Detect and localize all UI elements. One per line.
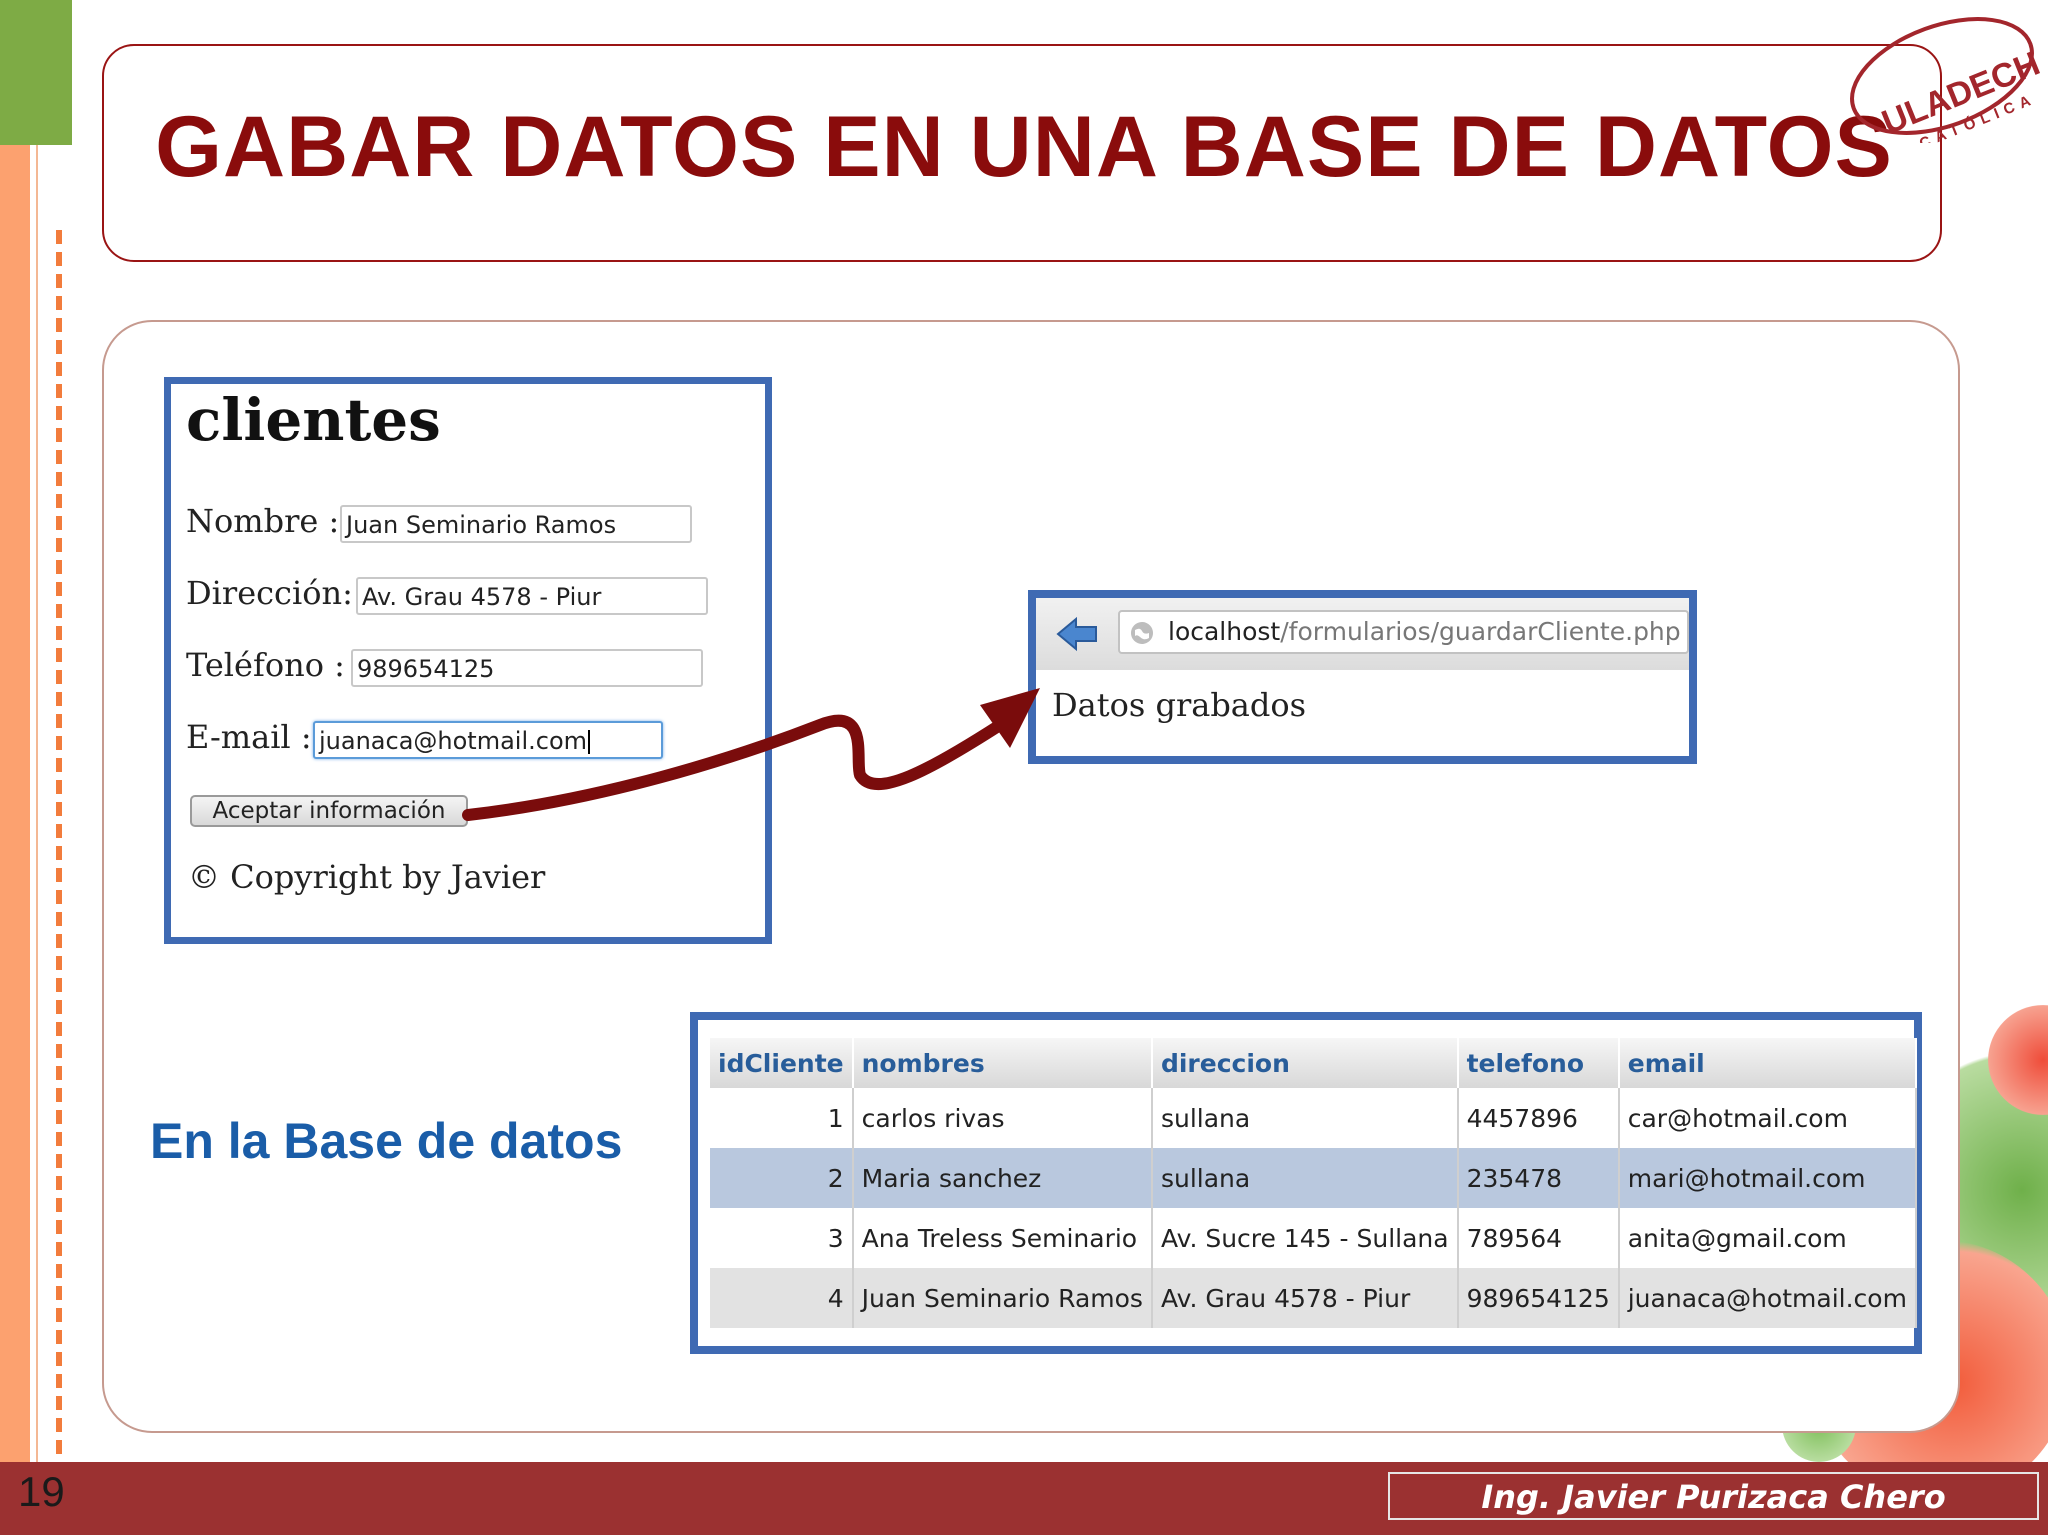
cell-email: anita@gmail.com <box>1618 1208 1917 1268</box>
left-dashed-line <box>56 230 62 1455</box>
url-text: localhost/formularios/guardarCliente.php <box>1168 617 1681 646</box>
left-orange-bar <box>0 0 30 1462</box>
direccion-input[interactable]: Av. Grau 4578 - Piur <box>356 577 708 615</box>
slide-title: GABAR DATOS EN UNA BASE DE DATOS <box>155 99 1893 195</box>
cell-email: car@hotmail.com <box>1618 1088 1917 1148</box>
cell-nombres: Juan Seminario Ramos <box>852 1268 1153 1328</box>
cell-telefono: 4457896 <box>1457 1088 1620 1148</box>
table-row[interactable]: 3 Ana Treless Seminario Av. Sucre 145 - … <box>710 1208 1917 1268</box>
cell-nombres: Maria sanchez <box>852 1148 1153 1208</box>
cell-nombres: carlos rivas <box>852 1088 1153 1148</box>
cell-direccion: Av. Grau 4578 - Piur <box>1151 1268 1459 1328</box>
cell-email: juanaca@hotmail.com <box>1618 1268 1917 1328</box>
table-row[interactable]: 1 carlos rivas sullana 4457896 car@hotma… <box>710 1088 1917 1148</box>
table-header-row: idCliente nombres direccion telefono ema… <box>710 1038 1917 1088</box>
column-header[interactable]: idCliente <box>710 1038 854 1088</box>
page-number: 19 <box>18 1468 65 1515</box>
aceptar-informacion-button[interactable]: Aceptar información <box>190 795 468 827</box>
cell-idcliente: 3 <box>710 1208 854 1268</box>
cell-telefono: 789564 <box>1457 1208 1620 1268</box>
cell-direccion: sullana <box>1151 1148 1459 1208</box>
url-bar[interactable]: localhost/formularios/guardarCliente.php <box>1118 610 1689 654</box>
nombre-label: Nombre : <box>186 502 340 540</box>
browser-screenshot-panel: localhost/formularios/guardarCliente.php… <box>1028 590 1697 764</box>
uladech-logo: ULADECH CATÓLICA <box>1850 17 2042 143</box>
globe-icon <box>1131 622 1153 644</box>
browser-response-text: Datos grabados <box>1052 686 1307 724</box>
column-header[interactable]: email <box>1618 1038 1917 1088</box>
cell-idcliente: 2 <box>710 1148 854 1208</box>
column-header[interactable]: nombres <box>852 1038 1153 1088</box>
database-label: En la Base de datos <box>150 1113 623 1169</box>
nombre-input[interactable]: Juan Seminario Ramos <box>340 505 692 543</box>
column-header[interactable]: direccion <box>1151 1038 1459 1088</box>
direccion-label: Dirección: <box>186 574 353 612</box>
cell-telefono: 989654125 <box>1457 1268 1620 1328</box>
browser-toolbar: localhost/formularios/guardarCliente.php <box>1036 598 1689 670</box>
cell-idcliente: 4 <box>710 1268 854 1328</box>
cell-telefono: 235478 <box>1457 1148 1620 1208</box>
cell-email: mari@hotmail.com <box>1618 1148 1917 1208</box>
copyright-text: © Copyright by Javier <box>188 858 546 896</box>
table-row[interactable]: 4 Juan Seminario Ramos Av. Grau 4578 - P… <box>710 1268 1917 1328</box>
author-name: Ing. Javier Purizaca Chero <box>1481 1478 1946 1516</box>
email-label: E-mail : <box>186 718 312 756</box>
column-header[interactable]: telefono <box>1457 1038 1620 1088</box>
database-table-panel: idCliente nombres direccion telefono ema… <box>690 1012 1922 1354</box>
telefono-label: Teléfono : <box>186 646 345 684</box>
cell-nombres: Ana Treless Seminario <box>852 1208 1153 1268</box>
table-row[interactable]: 2 Maria sanchez sullana 235478 mari@hotm… <box>710 1148 1917 1208</box>
form-heading: clientes <box>186 386 441 454</box>
email-input-value: juanaca@hotmail.com <box>319 727 588 755</box>
clientes-table: idCliente nombres direccion telefono ema… <box>710 1038 1917 1328</box>
cell-direccion: sullana <box>1151 1088 1459 1148</box>
author-box: Ing. Javier Purizaca Chero <box>1388 1472 2039 1520</box>
left-thin-line <box>36 145 38 1462</box>
cell-direccion: Av. Sucre 145 - Sullana <box>1151 1208 1459 1268</box>
back-arrow-icon[interactable] <box>1056 616 1098 652</box>
cell-idcliente: 1 <box>710 1088 854 1148</box>
url-host: localhost <box>1168 617 1281 646</box>
email-input[interactable]: juanaca@hotmail.com <box>313 721 663 759</box>
text-caret <box>588 730 591 754</box>
url-path: /formularios/guardarCliente.php <box>1280 617 1681 646</box>
telefono-input[interactable]: 989654125 <box>351 649 703 687</box>
